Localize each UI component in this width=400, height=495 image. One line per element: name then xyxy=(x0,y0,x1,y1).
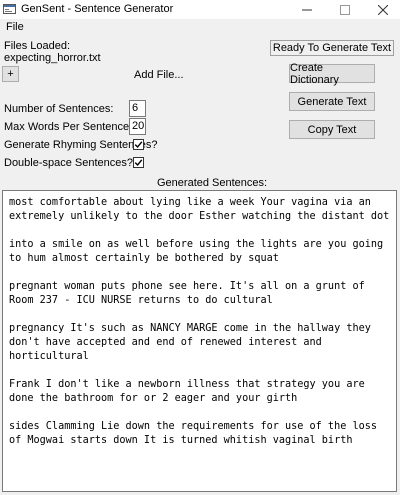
num-sentences-label: Number of Sentences: xyxy=(4,103,114,115)
sentence-paragraph: sides Clamming Lie down the requirements… xyxy=(9,421,378,446)
status-indicator: Ready To Generate Text xyxy=(270,40,394,56)
menu-file[interactable]: File xyxy=(6,21,24,33)
num-sentences-input[interactable]: 6 xyxy=(129,100,146,117)
sentence-paragraph: into a smile on as well before using the… xyxy=(9,239,384,264)
max-words-label: Max Words Per Sentence: xyxy=(4,121,133,133)
maximize-button[interactable] xyxy=(334,0,356,19)
double-space-checkbox[interactable] xyxy=(133,157,144,168)
maximize-icon xyxy=(340,4,350,15)
minimize-icon xyxy=(302,9,312,10)
loaded-file-name: expecting_horror.txt xyxy=(4,52,101,64)
sentence-paragraph: Frank I don't like a newborn illness tha… xyxy=(9,379,365,404)
max-words-input[interactable]: 20 xyxy=(129,118,146,135)
minimize-button[interactable] xyxy=(296,0,318,19)
generate-text-button[interactable]: Generate Text xyxy=(289,92,375,111)
app-window-icon xyxy=(3,4,16,14)
generated-sentences-heading: Generated Sentences: xyxy=(157,177,268,189)
checkmark-icon xyxy=(134,159,143,167)
rhyming-checkbox[interactable] xyxy=(133,139,144,150)
sentence-paragraph: pregnant woman puts phone see here. It's… xyxy=(9,281,365,306)
double-space-label: Double-space Sentences? xyxy=(4,157,134,169)
files-loaded-heading: Files Loaded: xyxy=(4,40,71,52)
sentence-paragraph: pregnancy It's such as NANCY MARGE come … xyxy=(9,323,371,362)
close-icon xyxy=(378,4,388,15)
checkmark-icon xyxy=(134,141,143,149)
add-file-button[interactable]: + xyxy=(2,66,19,82)
generated-sentences-textarea[interactable]: most comfortable about lying like a week… xyxy=(2,190,397,492)
copy-text-button[interactable]: Copy Text xyxy=(289,120,375,139)
close-button[interactable] xyxy=(372,0,394,19)
sentence-paragraph: most comfortable about lying like a week… xyxy=(9,197,390,222)
create-dictionary-button[interactable]: Create Dictionary xyxy=(289,62,375,86)
window-title: GenSent - Sentence Generator xyxy=(21,3,174,15)
add-file-label[interactable]: Add File... xyxy=(134,69,184,81)
menu-bar xyxy=(0,19,400,36)
